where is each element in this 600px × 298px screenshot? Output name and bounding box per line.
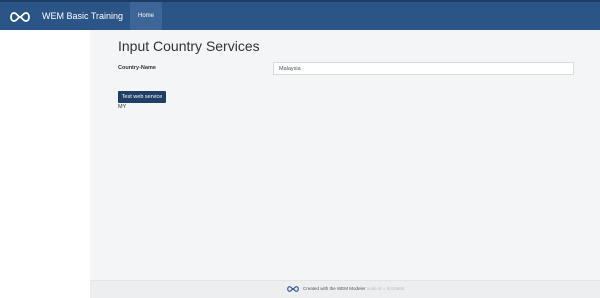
country-name-input[interactable]	[273, 62, 574, 75]
wem-footer-logo-icon	[287, 286, 299, 292]
brand-title[interactable]: WEM Basic Training	[42, 2, 123, 30]
nav-tab-home[interactable]: Home	[130, 2, 162, 30]
sidebar	[0, 30, 90, 298]
footer-node-id: node id = 8419859	[366, 286, 405, 291]
main-content: Input Country Services Country-Name Test…	[90, 30, 600, 280]
footer-text: Created with the WEM Modeler node id = 8…	[303, 286, 404, 291]
result-text: MY	[118, 104, 127, 110]
top-navbar: WEM Basic Training Home	[0, 0, 600, 30]
footer: Created with the WEM Modeler node id = 8…	[90, 280, 600, 298]
page-title: Input Country Services	[118, 38, 260, 54]
wem-logo-icon[interactable]	[8, 11, 32, 23]
footer-credit[interactable]: Created with the WEM Modeler	[303, 286, 366, 291]
test-web-service-button[interactable]: Test web service	[118, 91, 166, 103]
country-name-label: Country-Name	[118, 65, 156, 71]
